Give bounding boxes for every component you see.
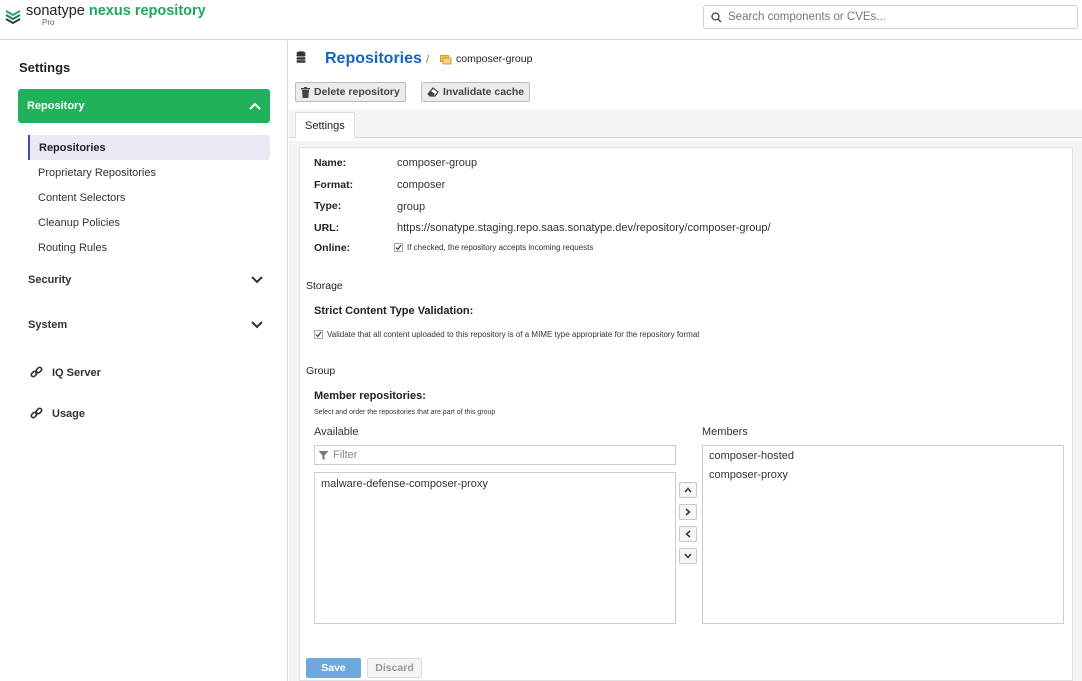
filter-icon xyxy=(318,450,329,460)
eraser-icon xyxy=(427,87,439,97)
online-help: If checked, the repository accepts incom… xyxy=(407,243,594,252)
breadcrumb-current: composer-group xyxy=(440,53,532,65)
sidebar-item-content-selectors[interactable]: Content Selectors xyxy=(28,185,270,210)
brand-plain: sonatype xyxy=(26,3,85,19)
strict-content-label: Strict Content Type Validation: xyxy=(314,305,474,317)
chevron-right-icon xyxy=(685,508,691,516)
online-label: Online: xyxy=(314,242,351,254)
strict-content-checkbox[interactable]: Validate that all content uploaded to th… xyxy=(314,330,700,339)
tab-settings[interactable]: Settings xyxy=(295,112,355,138)
list-item[interactable]: composer-hosted xyxy=(703,446,1063,465)
breadcrumb: Repositories / composer-group Delete rep… xyxy=(289,41,1082,141)
sidebar-item-proprietary-repositories[interactable]: Proprietary Repositories xyxy=(28,160,270,185)
sidebar-item-label: Repository xyxy=(27,100,85,112)
available-list[interactable]: malware-defense-composer-proxy xyxy=(314,472,676,624)
chevron-up-icon xyxy=(249,102,261,110)
format-label: Format: xyxy=(314,179,354,191)
search-placeholder: Search components or CVEs... xyxy=(728,11,886,23)
available-label: Available xyxy=(314,426,359,438)
storage-heading: Storage xyxy=(306,280,343,292)
breadcrumb-repositories-link[interactable]: Repositories xyxy=(325,50,422,68)
member-repositories-help: Select and order the repositories that a… xyxy=(314,409,496,416)
search-input[interactable]: Search components or CVEs... xyxy=(703,5,1078,29)
group-folder-icon xyxy=(440,54,452,64)
sidebar-item-label: System xyxy=(28,319,68,331)
member-repositories-label: Member repositories: xyxy=(314,390,426,402)
link-icon xyxy=(30,407,43,419)
app-logo[interactable]: sonatype nexus repository Pro xyxy=(5,3,206,27)
sidebar-item-iq-server[interactable]: IQ Server xyxy=(30,366,101,379)
breadcrumb-current-label: composer-group xyxy=(456,53,533,65)
brand-product: nexus repository xyxy=(88,3,206,19)
trash-icon xyxy=(301,86,310,98)
settings-form: Name: composer-group Format: composer Ty… xyxy=(299,147,1073,681)
chevron-left-icon xyxy=(685,530,691,538)
url-label: URL: xyxy=(314,222,340,234)
add-member-button[interactable] xyxy=(679,504,697,520)
online-checkbox[interactable]: If checked, the repository accepts incom… xyxy=(394,243,593,252)
sidebar-item-usage[interactable]: Usage xyxy=(30,407,85,420)
list-item[interactable]: composer-proxy xyxy=(703,465,1063,484)
members-label: Members xyxy=(702,426,748,438)
name-value: composer-group xyxy=(397,157,478,169)
list-item[interactable]: malware-defense-composer-proxy xyxy=(315,474,675,493)
repository-submenu: Repositories Proprietary Repositories Co… xyxy=(28,135,270,260)
filter-input[interactable]: Filter xyxy=(314,445,676,465)
top-bar: sonatype nexus repository Pro Search com… xyxy=(0,0,1082,40)
invalidate-cache-button[interactable]: Invalidate cache xyxy=(421,82,531,102)
main-content: Repositories / composer-group Delete rep… xyxy=(289,41,1082,681)
type-label: Type: xyxy=(314,200,342,212)
database-icon xyxy=(296,51,306,63)
type-value: group xyxy=(397,201,426,213)
sidebar-item-repositories[interactable]: Repositories xyxy=(28,135,270,160)
delete-repository-label: Delete repository xyxy=(314,86,400,98)
discard-button[interactable]: Discard xyxy=(367,658,422,678)
filter-placeholder: Filter xyxy=(333,449,358,461)
sidebar-item-security[interactable]: Security xyxy=(28,274,263,286)
link-icon xyxy=(30,366,43,378)
sonatype-logo-icon xyxy=(5,10,21,25)
sidebar: Settings Repository Repositories Proprie… xyxy=(0,41,288,681)
search-icon xyxy=(711,11,722,22)
edition-label: Pro xyxy=(42,18,55,27)
sidebar-title: Settings xyxy=(19,60,71,75)
sidebar-item-repository[interactable]: Repository xyxy=(18,89,270,123)
move-up-button[interactable] xyxy=(679,482,697,498)
sidebar-item-label: IQ Server xyxy=(52,366,101,379)
save-button[interactable]: Save xyxy=(306,658,361,678)
breadcrumb-separator: / xyxy=(426,54,430,66)
members-list[interactable]: composer-hosted composer-proxy xyxy=(702,445,1064,624)
chevron-down-icon xyxy=(251,276,263,284)
sidebar-item-routing-rules[interactable]: Routing Rules xyxy=(28,235,270,260)
chevron-down-icon xyxy=(251,321,263,329)
invalidate-cache-label: Invalidate cache xyxy=(443,86,525,98)
checkbox-checked-icon xyxy=(394,243,403,252)
member-arrows xyxy=(679,482,699,570)
sidebar-item-label: Security xyxy=(28,274,72,286)
checkbox-checked-icon xyxy=(314,330,323,339)
sidebar-item-system[interactable]: System xyxy=(28,319,263,331)
format-value: composer xyxy=(397,179,446,191)
sidebar-item-label: Usage xyxy=(52,407,86,420)
brand-name: sonatype nexus repository xyxy=(26,3,206,19)
move-down-button[interactable] xyxy=(679,548,697,564)
sidebar-item-cleanup-policies[interactable]: Cleanup Policies xyxy=(28,210,270,235)
delete-repository-button[interactable]: Delete repository xyxy=(295,82,406,102)
strict-content-help: Validate that all content uploaded to th… xyxy=(327,330,700,339)
url-value[interactable]: https://sonatype.staging.repo.saas.sonat… xyxy=(397,222,771,234)
group-heading: Group xyxy=(306,365,336,377)
chevron-down-icon xyxy=(684,553,692,559)
remove-member-button[interactable] xyxy=(679,526,697,542)
tab-bar: Settings xyxy=(289,110,1082,138)
name-label: Name: xyxy=(314,157,347,169)
chevron-up-icon xyxy=(684,487,692,493)
